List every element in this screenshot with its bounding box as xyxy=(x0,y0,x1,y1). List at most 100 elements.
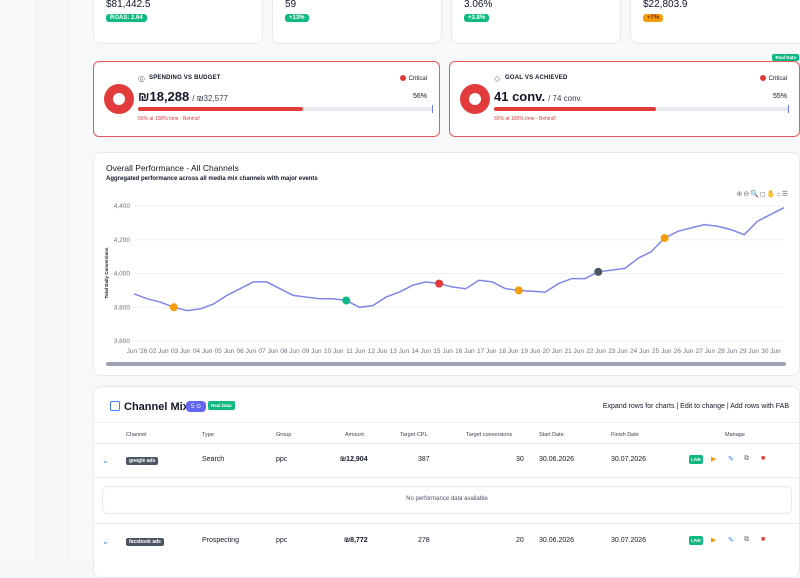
x-tick-label: 06 Jun xyxy=(237,348,257,355)
delete-icon[interactable]: ■ xyxy=(761,455,765,462)
x-tick-label: 28 Jun xyxy=(718,348,738,355)
cell-type: Search xyxy=(202,456,225,463)
delete-icon[interactable]: ■ xyxy=(761,536,765,543)
x-tick-label: 20 Jun xyxy=(543,348,563,355)
x-tick-label: 15 Jun xyxy=(433,348,453,355)
y-tick-label: 4,400 xyxy=(114,203,131,210)
event-marker xyxy=(342,296,351,305)
cell-amount: ₪8,772 xyxy=(344,537,368,544)
spend-progress-track xyxy=(138,105,433,113)
event-marker xyxy=(594,267,603,276)
cell-group: ppc xyxy=(276,537,288,544)
event-marker xyxy=(435,279,444,288)
edit-icon[interactable]: ✎ xyxy=(728,455,734,463)
cell-finish-date: 30.07.2026 xyxy=(611,537,647,544)
y-tick-label: 3,600 xyxy=(114,338,131,345)
status-dot-icon xyxy=(759,75,766,81)
achieved-amount: 41 conv. xyxy=(494,89,546,104)
spend-value: ₪18,288/ ₪32,577 xyxy=(138,89,228,104)
kpi-value: $22,803.9 xyxy=(643,0,688,10)
status-label: Critical xyxy=(408,76,427,82)
x-tick-label: 12 Jun xyxy=(368,348,388,355)
x-tick-label: 21 Jun xyxy=(564,348,584,355)
x-tick-label: 16 Jun xyxy=(455,348,475,355)
edit-icon[interactable]: ✎ xyxy=(728,536,734,544)
y-tick-label: 3,800 xyxy=(114,304,131,311)
kpi-value: 3.06% xyxy=(464,0,493,10)
x-tick-label: 03 Jun xyxy=(171,348,191,355)
x-tick-label: 09 Jun xyxy=(302,348,322,355)
kpi-badge: +3.8% xyxy=(464,14,490,22)
live-badge[interactable]: LIVE xyxy=(689,536,704,545)
x-tick-label: 26 Jun xyxy=(674,348,694,355)
realtime-badge: Real Data xyxy=(772,54,799,61)
col-finish-date: Finish Date xyxy=(611,432,639,438)
channel-mix-hint: Expand rows for charts | Edit to change … xyxy=(602,403,789,410)
goal-vs-achieved-card[interactable]: Real Data ◇ GOAL VS ACHIEVED Critical 41… xyxy=(449,54,800,137)
spend-percent: 56% xyxy=(412,93,427,100)
x-tick-label: 07 Jun xyxy=(258,348,278,355)
kpi-card-revenue[interactable]: $22,803.9 +7% xyxy=(630,0,800,44)
kpi-card-conversions[interactable]: 59 +13% xyxy=(272,0,442,44)
col-channel: Channel xyxy=(126,432,147,438)
kpi-badge: +7% xyxy=(643,14,664,22)
time-marker xyxy=(788,105,789,113)
spending-vs-budget-card[interactable]: ◎ SPENDING VS BUDGET Critical ₪18,288/ ₪… xyxy=(93,61,440,137)
cell-target-cpl: 387 xyxy=(418,456,430,463)
divider xyxy=(94,422,800,423)
chart-scrollbar xyxy=(106,362,786,366)
col-amount: Amount xyxy=(345,432,364,438)
performance-chart-card: Overall Performance - All Channels Aggre… xyxy=(93,152,800,376)
kpi-value: $81,442.5 xyxy=(106,0,151,10)
channel-mix-card: Channel Mix 5 ⊙ Real Data Expand rows fo… xyxy=(93,386,800,578)
cell-group: ppc xyxy=(276,456,288,463)
spend-note: 56% at 100% time - Behind! xyxy=(138,116,200,122)
goal-progress-fill xyxy=(494,107,657,111)
x-tick-label: 11 Jun xyxy=(346,348,365,355)
card-title: GOAL VS ACHIEVED xyxy=(505,75,568,81)
x-tick-label: 23 Jun xyxy=(608,348,628,355)
play-icon[interactable]: ▶ xyxy=(711,536,716,544)
x-tick-label: 08 Jun xyxy=(280,348,300,355)
cell-target-cpl: 278 xyxy=(418,537,430,544)
cell-finish-date: 30.07.2026 xyxy=(611,456,647,463)
x-tick-label: 05 Jun xyxy=(215,348,235,355)
status-dot-icon xyxy=(399,75,406,81)
kpi-value: 59 xyxy=(285,0,297,10)
copy-icon[interactable]: ⧉ xyxy=(744,536,749,544)
critical-ring-icon xyxy=(460,84,490,114)
goal-progress-track xyxy=(494,105,789,113)
divider xyxy=(94,523,800,524)
expand-row-chevron-icon[interactable]: ⌄ xyxy=(102,537,109,546)
copy-icon[interactable]: ⧉ xyxy=(744,455,749,463)
goal-note: 55% at 100% time - Behind! xyxy=(494,116,556,122)
x-tick-label: 10 Jun xyxy=(324,348,344,355)
play-icon[interactable]: ▶ xyxy=(711,455,716,463)
x-tick-label: 04 Jun xyxy=(193,348,213,355)
kpi-card-spend[interactable]: $81,442.5 ROAS: 2.64 xyxy=(93,0,263,44)
x-tick-label: 22 Jun xyxy=(586,348,606,355)
status-badge: Critical xyxy=(759,75,787,82)
col-group: Group xyxy=(276,432,292,438)
live-badge[interactable]: LIVE xyxy=(689,455,704,464)
x-tick-label: 02 Jun xyxy=(149,348,169,355)
time-marker xyxy=(432,105,433,113)
channel-tag: facebook ads xyxy=(126,538,164,546)
x-tick-label: 18 Jun xyxy=(499,348,519,355)
y-axis-label: Total Daily Conversions xyxy=(104,247,109,298)
money-icon: ◎ xyxy=(138,74,145,83)
kpi-card-rate[interactable]: 3.06% +3.8% xyxy=(451,0,621,44)
channel-mix-icon xyxy=(110,401,120,411)
expand-row-chevron-icon[interactable]: ⌄ xyxy=(102,456,109,465)
event-marker xyxy=(660,234,669,243)
event-marker xyxy=(514,286,523,295)
cell-start-date: 30.06.2026 xyxy=(539,537,575,544)
realtime-badge: Real Data xyxy=(208,401,235,410)
x-tick-label: Jun '26 xyxy=(127,348,148,355)
divider xyxy=(94,443,800,444)
goal-value: 41 conv./ 74 conv. xyxy=(494,89,582,104)
budget-amount: / ₪32,577 xyxy=(192,94,228,103)
spend-progress-fill xyxy=(138,107,304,111)
status-badge: Critical xyxy=(399,75,427,82)
spend-amount: ₪18,288 xyxy=(138,89,190,104)
